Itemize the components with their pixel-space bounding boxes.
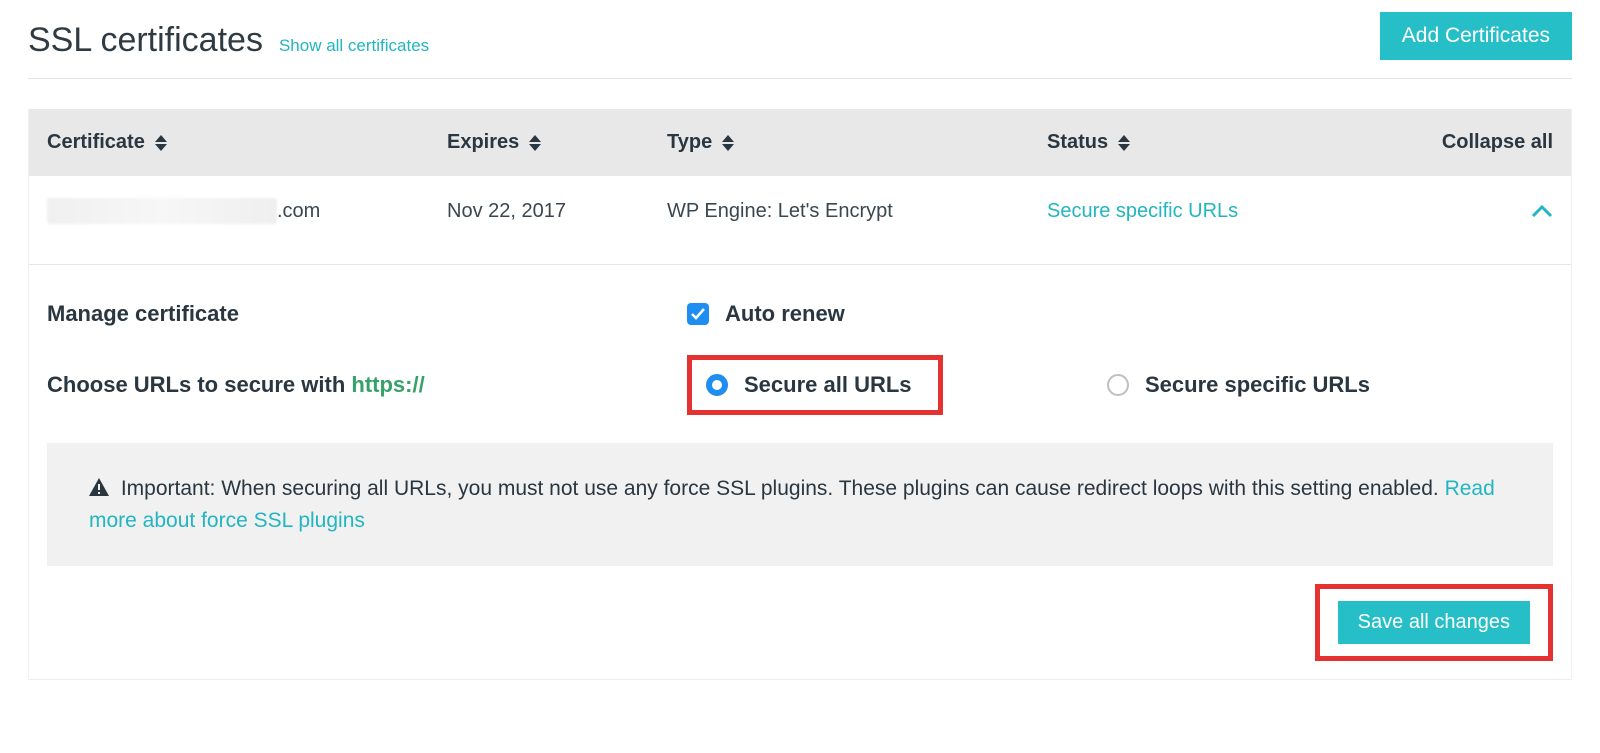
save-all-changes-button[interactable]: Save all changes [1338,601,1530,644]
secure-all-radio[interactable] [706,374,728,396]
sort-icon [529,135,541,151]
save-highlight: Save all changes [1315,584,1553,661]
table-header-row: Certificate Expires Type [29,109,1571,176]
chevron-up-icon [1531,204,1553,218]
secure-specific-radio-group[interactable]: Secure specific URLs [1087,372,1553,398]
cell-status-link[interactable]: Secure specific URLs [1047,200,1367,223]
auto-renew-checkbox[interactable] [687,303,709,325]
cell-type: WP Engine: Let's Encrypt [667,200,1047,223]
col-status[interactable]: Status [1047,131,1367,154]
cell-expires: Nov 22, 2017 [447,200,667,223]
secure-specific-radio[interactable] [1107,374,1129,396]
important-notice: Important: When securing all URLs, you m… [47,443,1553,566]
col-status-label: Status [1047,131,1108,154]
secure-specific-label: Secure specific URLs [1145,372,1370,398]
sort-icon [155,135,167,151]
https-text: https:// [351,372,424,397]
page-title: SSL certificates [28,21,263,60]
col-expires[interactable]: Expires [447,131,667,154]
manage-certificate-row: Manage certificate Auto renew [47,301,1553,327]
add-certificates-button[interactable]: Add Certificates [1380,12,1572,60]
certificates-table: Certificate Expires Type [28,109,1572,680]
check-icon [691,308,705,320]
secure-all-highlight: Secure all URLs [687,355,943,415]
save-row: Save all changes [47,584,1553,661]
secure-all-radio-group[interactable]: Secure all URLs [706,372,912,398]
sort-icon [1118,135,1130,151]
sort-icon [722,135,734,151]
col-type-label: Type [667,131,712,154]
row-collapse-toggle[interactable] [1367,204,1553,218]
notice-text: Important: When securing all URLs, you m… [121,477,1445,500]
collapse-all-header[interactable]: Collapse all [1367,131,1553,154]
auto-renew-group[interactable]: Auto renew [687,301,1087,327]
page-header: SSL certificates Show all certificates A… [28,0,1572,79]
show-all-certificates-link[interactable]: Show all certificates [279,36,429,56]
cell-certificate: .com [47,198,447,224]
auto-renew-label: Auto renew [725,301,845,327]
manage-certificate-label: Manage certificate [47,301,687,327]
col-type[interactable]: Type [667,131,1047,154]
certificate-detail-panel: Manage certificate Auto renew Choose URL… [29,265,1571,679]
col-certificate-label: Certificate [47,131,145,154]
secure-all-label: Secure all URLs [744,372,912,398]
redacted-domain [47,198,277,224]
domain-suffix: .com [277,200,320,223]
choose-urls-prefix: Choose URLs to secure with [47,372,351,397]
choose-urls-label: Choose URLs to secure with https:// [47,372,687,398]
col-expires-label: Expires [447,131,519,154]
choose-urls-row: Choose URLs to secure with https:// Secu… [47,355,1553,415]
collapse-all-label: Collapse all [1442,131,1553,154]
table-row: .com Nov 22, 2017 WP Engine: Let's Encry… [29,176,1571,265]
warning-icon [89,478,115,501]
col-certificate[interactable]: Certificate [47,131,447,154]
